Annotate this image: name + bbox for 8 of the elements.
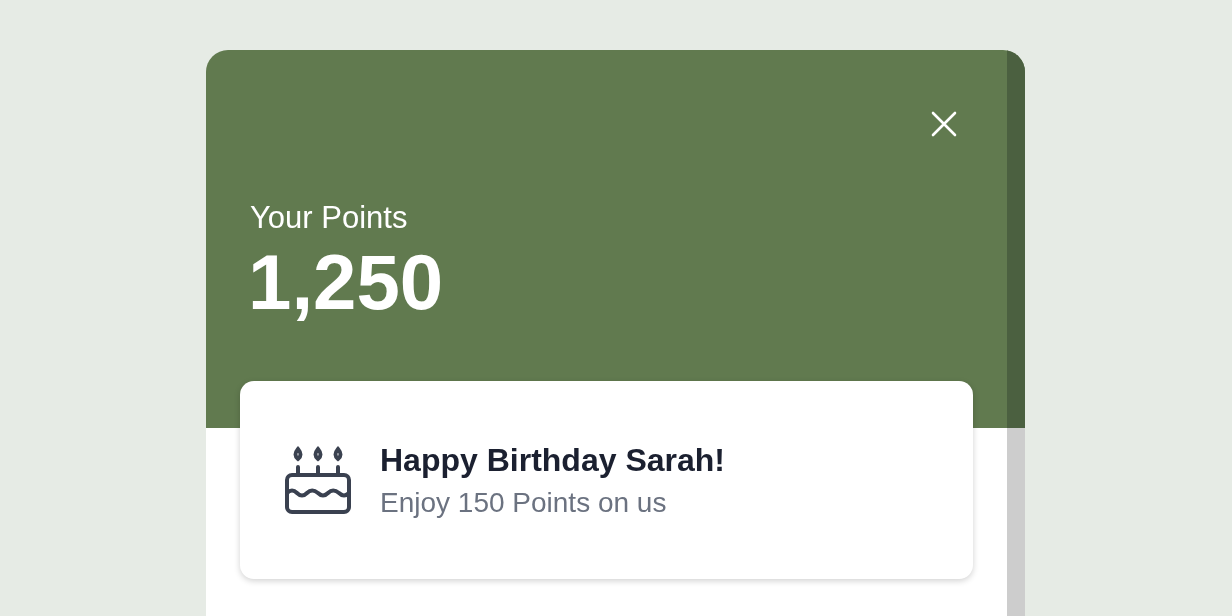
cake-icon xyxy=(284,445,352,515)
points-value: 1,250 xyxy=(248,242,445,322)
close-icon xyxy=(931,111,957,137)
card-subtitle: Enjoy 150 Points on us xyxy=(380,486,668,519)
scrollbar[interactable] xyxy=(1007,50,1025,616)
points-label: Your Points xyxy=(250,200,409,236)
close-button[interactable] xyxy=(929,109,959,139)
card-title: Happy Birthday Sarah! xyxy=(380,441,725,479)
